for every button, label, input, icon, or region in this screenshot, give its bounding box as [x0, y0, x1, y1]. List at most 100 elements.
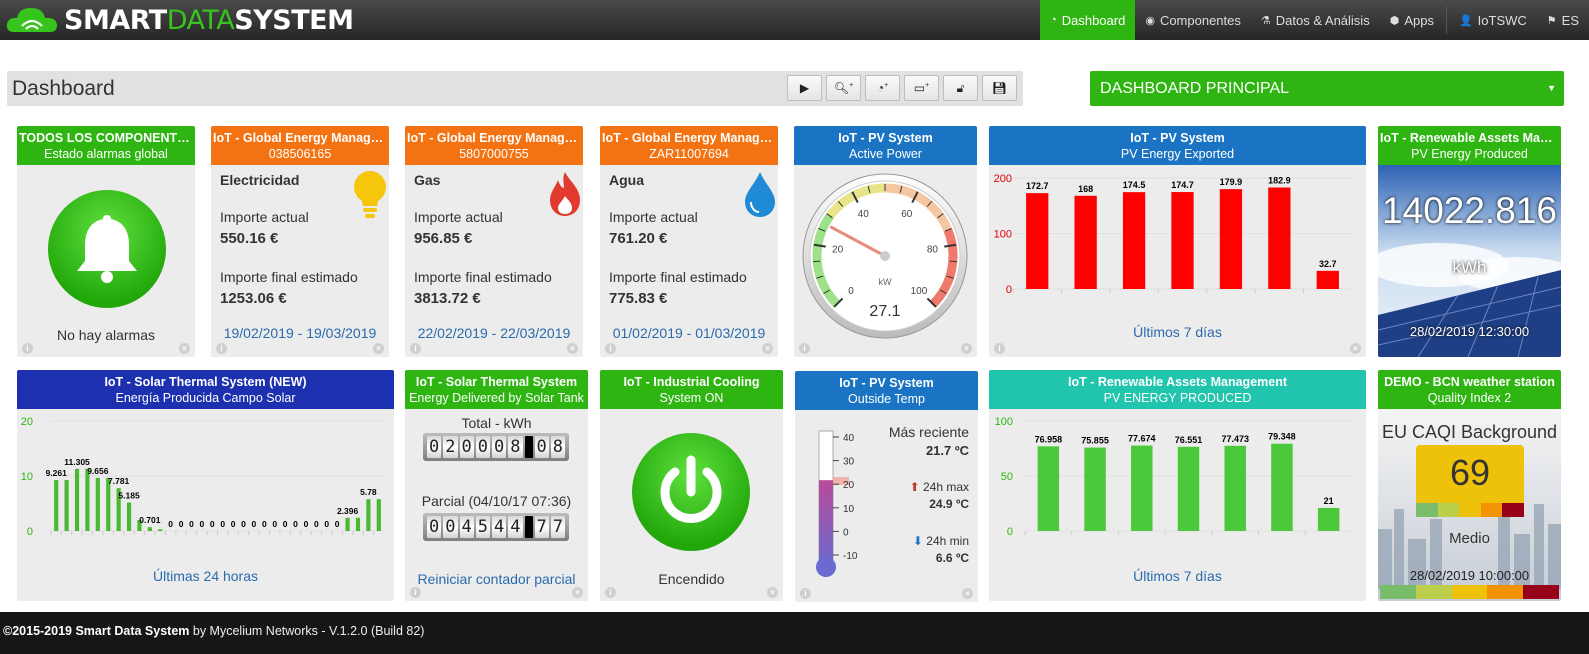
close-icon[interactable]: ×	[373, 343, 384, 354]
counter-digit: 5	[475, 516, 490, 538]
widget-outside-temp[interactable]: IoT - PV System Outside Temp 40 30 20 10 0 -10…	[795, 371, 978, 602]
caret-down-icon: ▼	[1547, 83, 1556, 93]
info-icon[interactable]: i	[605, 587, 616, 598]
close-icon[interactable]: ×	[572, 587, 583, 598]
widget-renewable-produced[interactable]: IoT - Renewable Assets Mana... PV Energy …	[1378, 126, 1561, 357]
bar[interactable]	[1037, 446, 1060, 531]
bar[interactable]	[1084, 447, 1106, 531]
nav-user[interactable]: 👤 IoTSWC	[1449, 0, 1537, 40]
bar[interactable]	[74, 468, 80, 531]
widget-title: IoT - Industrial Cooling	[623, 375, 760, 389]
bar[interactable]	[126, 502, 132, 531]
nav-language[interactable]: ⚑ ES	[1537, 0, 1589, 40]
billing-period-link[interactable]: 22/02/2019 - 22/03/2019	[405, 325, 583, 341]
nav-datos-analisis[interactable]: ⚗ Datos & Análisis	[1251, 0, 1380, 40]
bar[interactable]	[54, 480, 59, 531]
play-button[interactable]: ▶	[787, 75, 822, 101]
reset-partial-counter-link[interactable]: Reiniciar contador parcial	[405, 571, 588, 587]
close-icon[interactable]: ×	[767, 587, 778, 598]
counter-digit: 4	[508, 516, 523, 538]
bar[interactable]	[376, 499, 381, 531]
estimated-amount-value: 3813.72 €	[414, 290, 481, 307]
add-gauge-button[interactable]: ◔+	[865, 75, 900, 101]
bar[interactable]	[158, 529, 163, 531]
info-icon[interactable]: i	[410, 343, 421, 354]
chart-period-link[interactable]: Últimas 24 horas	[17, 568, 394, 584]
bar[interactable]	[345, 517, 350, 531]
widget-subtitle: Estado alarmas global	[44, 147, 168, 161]
bar[interactable]	[95, 477, 100, 531]
save-button[interactable]: 💾︎	[982, 75, 1017, 101]
power-icon[interactable]	[631, 432, 751, 552]
info-icon[interactable]: i	[605, 343, 616, 354]
close-icon[interactable]: ×	[567, 343, 578, 354]
close-icon[interactable]: ×	[962, 588, 973, 599]
bar[interactable]	[366, 499, 371, 531]
window-plus-icon: ▭+	[913, 81, 930, 95]
bar[interactable]	[1171, 192, 1194, 289]
bar[interactable]	[1074, 195, 1097, 289]
bar[interactable]	[1177, 446, 1200, 531]
data-label: 75.855	[1081, 436, 1109, 446]
water-drop-icon	[745, 172, 775, 217]
widget-gas[interactable]: IoT - Global Energy Managem... 5807000755…	[405, 126, 583, 357]
play-icon: ▶	[799, 81, 810, 95]
info-icon[interactable]: i	[216, 343, 227, 354]
widget-title: IoT - PV System	[1130, 131, 1225, 145]
widget-subtitle: Energía Producida Campo Solar	[115, 391, 296, 405]
bar[interactable]	[85, 468, 90, 531]
data-label: 0	[293, 519, 298, 529]
nav-label: Datos & Análisis	[1275, 12, 1370, 28]
widget-renewable-bars[interactable]: IoT - Renewable Assets Management PV ENER…	[989, 370, 1366, 601]
info-icon[interactable]: i	[994, 343, 1005, 354]
chart-period-link[interactable]: Últimos 7 días	[989, 324, 1366, 340]
bar[interactable]	[1316, 270, 1339, 289]
caqi-color-swatch	[1480, 503, 1503, 517]
bar[interactable]	[147, 527, 152, 531]
widget-agua[interactable]: IoT - Global Energy Managem... ZAR1100769…	[600, 126, 778, 357]
app-logo[interactable]: SMARTDATASYSTEM	[6, 3, 354, 37]
bar[interactable]	[355, 517, 361, 531]
zoom-plus-button[interactable]: 🔍︎+	[826, 75, 861, 101]
info-icon[interactable]: i	[22, 343, 33, 354]
widget-electricidad[interactable]: IoT - Global Energy Managem... 038506165 …	[211, 126, 389, 357]
chart-period-link[interactable]: Últimos 7 días	[989, 568, 1366, 584]
bar[interactable]	[1224, 445, 1246, 531]
bar[interactable]	[64, 480, 69, 531]
nav-apps[interactable]: ⬢ Apps	[1380, 0, 1444, 40]
info-icon[interactable]: i	[799, 343, 810, 354]
widget-subtitle: ZAR11007694	[649, 147, 729, 161]
data-label: 76.551	[1175, 435, 1203, 445]
widget-pv-energy-exported[interactable]: IoT - PV System PV Energy Exported 0 100 20…	[989, 126, 1366, 357]
widget-weather-station[interactable]: DEMO - BCN weather station Quality Index …	[1378, 370, 1561, 601]
info-icon[interactable]: i	[800, 588, 811, 599]
widget-solar-thermal-counters[interactable]: IoT - Solar Thermal System Energy Deliver…	[405, 370, 588, 601]
close-icon[interactable]: ×	[179, 343, 190, 354]
bar[interactable]	[1317, 507, 1340, 531]
bar[interactable]	[1026, 193, 1049, 289]
gauge-value: 27.1	[869, 303, 900, 320]
close-icon[interactable]: ×	[1350, 343, 1361, 354]
data-label: 168	[1078, 184, 1093, 194]
bar[interactable]	[1268, 187, 1291, 289]
billing-period-link[interactable]: 01/02/2019 - 01/03/2019	[600, 325, 778, 341]
widget-alarms[interactable]: TODOS LOS COMPONENTES Estado alarmas glob…	[17, 126, 195, 357]
close-icon[interactable]: ×	[762, 343, 773, 354]
add-window-button[interactable]: ▭+	[904, 75, 939, 101]
widget-solar-thermal-new[interactable]: IoT - Solar Thermal System (NEW) Energía …	[17, 370, 394, 601]
info-icon[interactable]: i	[410, 587, 421, 598]
data-label: 9.656	[87, 466, 109, 476]
unlock-button[interactable]: 🔓︎	[943, 75, 978, 101]
billing-period-link[interactable]: 19/02/2019 - 19/03/2019	[211, 325, 389, 341]
dashboard-selector[interactable]: DASHBOARD PRINCIPAL ▼	[1090, 71, 1564, 106]
bar[interactable]	[1219, 189, 1243, 289]
bar[interactable]	[1271, 443, 1293, 531]
bar[interactable]	[1122, 192, 1146, 289]
nav-componentes[interactable]: ◉ Componentes	[1135, 0, 1251, 40]
bar[interactable]	[1131, 445, 1153, 531]
nav-dashboard[interactable]: ◔ Dashboard	[1040, 0, 1136, 40]
close-icon[interactable]: ×	[961, 343, 972, 354]
widget-industrial-cooling[interactable]: IoT - Industrial Cooling System ON Encend…	[600, 370, 783, 601]
widget-subtitle: 038506165	[268, 147, 332, 161]
widget-pv-active-power[interactable]: IoT - PV System Active Power 0 20 40 60 80 100…	[794, 126, 977, 357]
